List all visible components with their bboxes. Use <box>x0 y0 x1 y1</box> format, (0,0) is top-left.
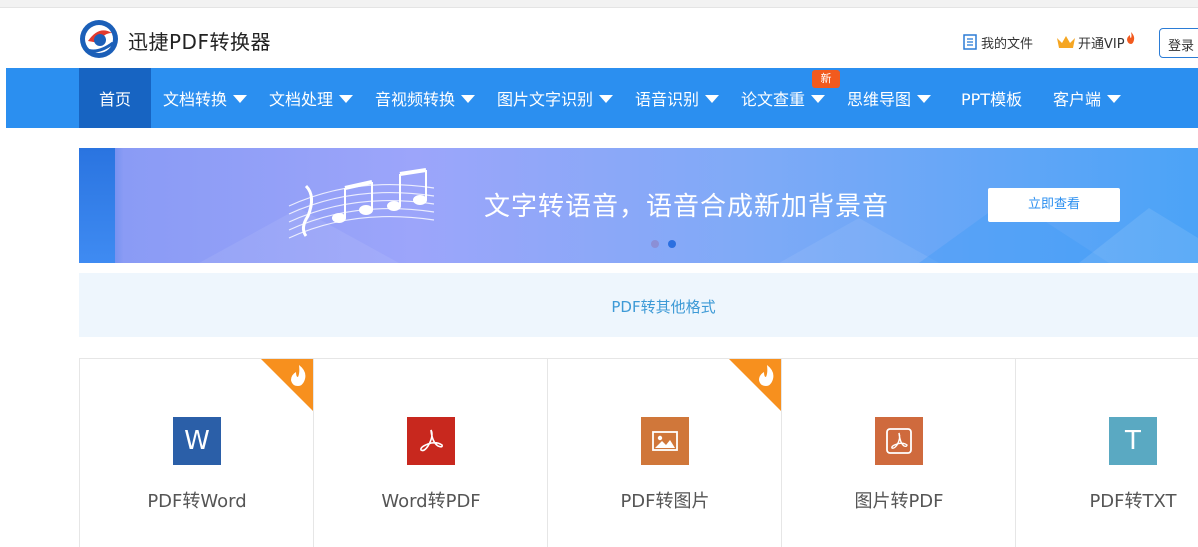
carousel-dot-2-active[interactable] <box>668 240 676 248</box>
nav-label: 首页 <box>98 90 131 109</box>
card-pdf-to-txt[interactable]: T PDF转TXT <box>1015 359 1198 547</box>
word-icon-glyph: W <box>184 426 210 456</box>
promo-banner[interactable]: 文字转语音，语音合成新加背景音 立即查看 <box>79 148 1198 263</box>
caret-down-icon <box>1107 95 1122 103</box>
card-word-to-pdf[interactable]: Word转PDF <box>313 359 547 547</box>
picture-icon <box>652 431 678 451</box>
nav-label: 思维导图 <box>847 90 912 109</box>
nav-item-doc-convert[interactable]: 文档转换 <box>163 68 248 128</box>
section-header: PDF转其他格式 <box>79 273 1198 337</box>
banner-headline: 文字转语音，语音合成新加背景音 <box>484 192 890 222</box>
nav-label: 文档转换 <box>163 90 228 109</box>
brand-name[interactable]: 迅捷PDF转换器 <box>128 26 271 55</box>
card-label: PDF转TXT <box>1089 491 1177 512</box>
nav-item-ppt[interactable]: PPT模板 <box>961 68 1022 128</box>
browser-top-strip <box>0 0 1198 8</box>
nav-item-ocr[interactable]: 图片文字识别 <box>497 68 614 128</box>
hot-corner-icon <box>261 359 313 411</box>
caret-down-icon <box>705 95 720 103</box>
caret-down-icon <box>599 95 614 103</box>
nav-label: 论文查重 <box>741 90 806 109</box>
file-list-icon <box>963 34 977 50</box>
pdf-box-icon <box>875 417 923 465</box>
nav-item-home[interactable]: 首页 <box>79 68 151 128</box>
nav-item-client[interactable]: 客户端 <box>1053 68 1122 128</box>
music-notes-icon <box>288 168 435 239</box>
card-pdf-to-word[interactable]: W PDF转Word <box>79 359 313 547</box>
nav-label: 语音识别 <box>635 90 700 109</box>
login-button[interactable]: 登录 <box>1159 28 1198 58</box>
caret-down-icon <box>811 95 826 103</box>
text-icon: T <box>1109 417 1157 465</box>
word-icon: W <box>173 417 221 465</box>
nav-label: 图片文字识别 <box>497 90 594 109</box>
nav-item-doc-process[interactable]: 文档处理 <box>269 68 354 128</box>
text-icon-glyph: T <box>1125 426 1141 456</box>
carousel-dot-1[interactable] <box>651 240 659 248</box>
card-image-to-pdf[interactable]: 图片转PDF <box>781 359 1015 547</box>
nav-item-av-convert[interactable]: 音视频转换 <box>375 68 476 128</box>
nav-item-mindmap[interactable]: 思维导图 <box>847 68 932 128</box>
pdf-icon <box>407 417 455 465</box>
card-label: PDF转图片 <box>620 491 710 512</box>
main-nav: 首页 文档转换 文档处理 音视频转换 图片文字识别 语音识别 论文查重 新 思维… <box>6 68 1198 128</box>
caret-down-icon <box>917 95 932 103</box>
my-files-label: 我的文件 <box>981 36 1034 52</box>
my-files-link[interactable]: 我的文件 <box>963 28 1033 56</box>
card-label: 图片转PDF <box>854 491 944 512</box>
caret-down-icon <box>233 95 248 103</box>
logo-icon[interactable] <box>79 19 119 59</box>
nav-label: 音视频转换 <box>375 90 456 109</box>
caret-down-icon <box>339 95 354 103</box>
banner-edge <box>79 148 115 263</box>
hot-corner-icon <box>729 359 781 411</box>
nav-item-speech[interactable]: 语音识别 <box>635 68 720 128</box>
crown-icon <box>1057 36 1075 48</box>
card-label: PDF转Word <box>147 491 247 512</box>
caret-down-icon <box>461 95 476 103</box>
tool-card-grid: W PDF转Word Word转PDF PDF转图片 图片转PDF T PDF转… <box>79 358 1198 547</box>
nav-label: 文档处理 <box>269 90 334 109</box>
banner-view-button[interactable]: 立即查看 <box>988 188 1120 222</box>
acrobat-box-icon <box>886 428 912 454</box>
vip-label: 开通VIP <box>1078 36 1125 52</box>
nav-label: PPT模板 <box>961 90 1023 109</box>
section-title: PDF转其他格式 <box>611 298 716 316</box>
card-label: Word转PDF <box>381 491 481 512</box>
new-badge: 新 <box>812 70 840 88</box>
vip-link[interactable]: 开通VIP <box>1056 28 1136 56</box>
nav-label: 客户端 <box>1053 90 1102 109</box>
flame-icon <box>1126 32 1134 44</box>
acrobat-icon <box>420 429 443 452</box>
image-icon <box>641 417 689 465</box>
site-header: 迅捷PDF转换器 我的文件 开通VIP 登录 <box>0 8 1198 68</box>
card-pdf-to-image[interactable]: PDF转图片 <box>547 359 781 547</box>
